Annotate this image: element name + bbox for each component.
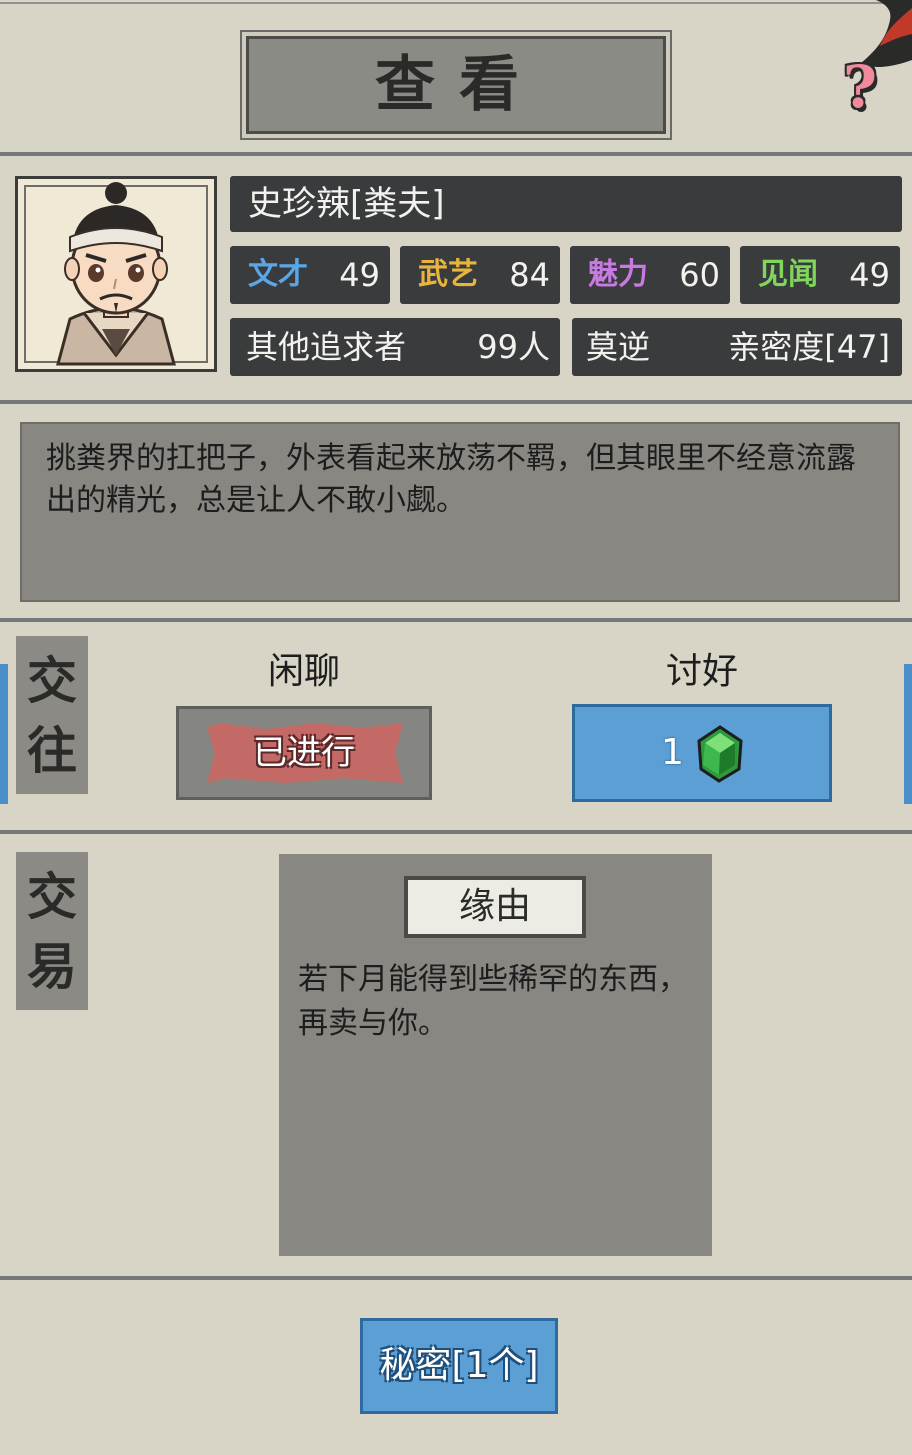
relation-name: 莫逆 <box>586 328 651 366</box>
stat-knowledge: 见闻 49 <box>740 246 900 304</box>
flatter-label: 讨好 <box>665 651 738 692</box>
chat-button[interactable]: 已进行 <box>176 706 432 800</box>
character-description: 挑粪界的扛把子，外表看起来放荡不羁，但其眼里不经意流露出的精光，总是让人不敢小觑… <box>46 441 856 518</box>
title-panel: 查看 ? <box>246 36 877 134</box>
suitors-info: 其他追求者 99人 <box>230 318 560 376</box>
character-name: 史珍辣[粪夫] <box>230 176 902 232</box>
section-label-text: 交易 <box>27 867 77 996</box>
divider-interaction <box>0 830 912 834</box>
stat-martial: 武艺 84 <box>400 246 560 304</box>
stat-value: 49 <box>849 256 890 294</box>
stat-charm: 魅力 60 <box>570 246 730 304</box>
top-divider <box>0 2 912 4</box>
chat-label: 闲聊 <box>267 651 340 692</box>
divider-trade <box>0 1276 912 1280</box>
description-panel: 挑粪界的扛把子，外表看起来放荡不羁，但其眼里不经意流露出的精光，总是让人不敢小觑… <box>20 422 900 602</box>
avatar <box>15 176 217 372</box>
page-title: 查看 <box>375 50 543 120</box>
reason-text: 若下月能得到些稀罕的东西，再卖与你。 <box>298 962 688 1041</box>
stat-value: 60 <box>679 256 720 294</box>
stat-label: 魅力 <box>588 257 648 292</box>
stat-value: 49 <box>339 256 380 294</box>
help-icon[interactable]: ? <box>837 58 883 116</box>
flatter-cost: 1 <box>661 732 684 773</box>
relation-info: 莫逆 亲密度[47] <box>572 318 902 376</box>
character-portrait-icon <box>56 182 176 366</box>
stat-label: 武艺 <box>418 257 478 292</box>
suitors-label: 其他追求者 <box>246 328 407 366</box>
divider-header <box>0 152 912 156</box>
secret-button[interactable]: 秘密[1个] <box>360 1318 558 1414</box>
section-label-interaction: 交往 <box>16 636 88 794</box>
divider-profile <box>0 400 912 404</box>
suitors-count: 99人 <box>477 328 550 366</box>
section-label-trade: 交易 <box>16 852 88 1010</box>
stat-literary: 文才 49 <box>230 246 390 304</box>
section-label-text: 交往 <box>27 651 77 780</box>
stat-label: 见闻 <box>758 257 818 292</box>
left-tab-indicator[interactable] <box>0 664 8 804</box>
green-gem-icon <box>697 725 743 783</box>
chat-button-text: 已进行 <box>253 733 355 773</box>
stat-value: 84 <box>509 256 550 294</box>
flatter-button[interactable]: 1 <box>572 704 832 802</box>
right-tab-indicator[interactable] <box>904 664 912 804</box>
stat-label: 文才 <box>248 257 308 292</box>
intimacy-value: 亲密度[47] <box>728 328 890 366</box>
reason-title: 缘由 <box>404 876 586 938</box>
divider-description <box>0 618 912 622</box>
